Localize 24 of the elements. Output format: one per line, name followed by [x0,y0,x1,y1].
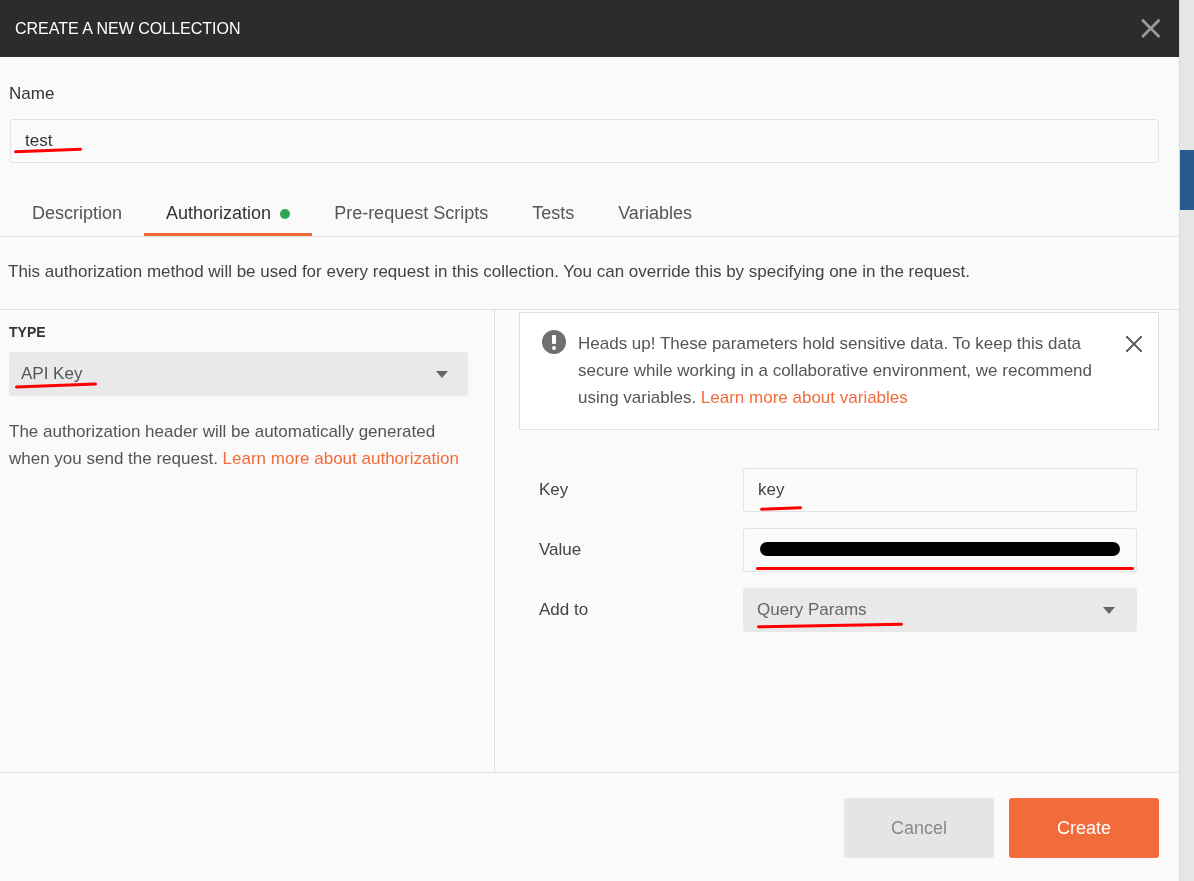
name-field[interactable]: test [10,119,1159,163]
tab[interactable]: Description [10,198,145,236]
description-text: This authorization method will be used for every request in this collection. You can override this by specifying one in the request. [8,262,971,282]
field-label: Add to [539,600,590,620]
caret-icon [1103,606,1115,614]
dialog-title: CREATE A NEW COLLECTION [15,19,241,38]
field-label: Key [539,480,570,500]
field-label: Value [539,540,583,560]
notice-text: Heads up! These parameters hold sensitive data. To keep this data secure while working in a collaborative environment, we recommend using variables. Learn more about variables [578,333,1094,409]
text-field[interactable]: key [743,468,1137,512]
tab[interactable]: Tests [510,198,597,236]
help-text: The authorization header will be automatically generated when you send the request. Learn more about authorization [9,421,460,470]
tab[interactable]: Authorization [144,198,313,236]
caret-icon [436,370,448,378]
add-to-dropdown[interactable]: Query Params [743,588,1137,632]
field-label: Name [8,83,56,104]
close-button[interactable]: × [1136,11,1165,46]
section-heading: TYPE [9,324,47,340]
close-icon[interactable] [1126,336,1142,352]
info-icon [542,330,566,354]
tab[interactable]: Pre-request Scripts [312,198,511,236]
type-dropdown[interactable]: API Key [9,352,468,396]
tab[interactable]: Variables [596,198,714,236]
text-field[interactable] [743,528,1137,572]
